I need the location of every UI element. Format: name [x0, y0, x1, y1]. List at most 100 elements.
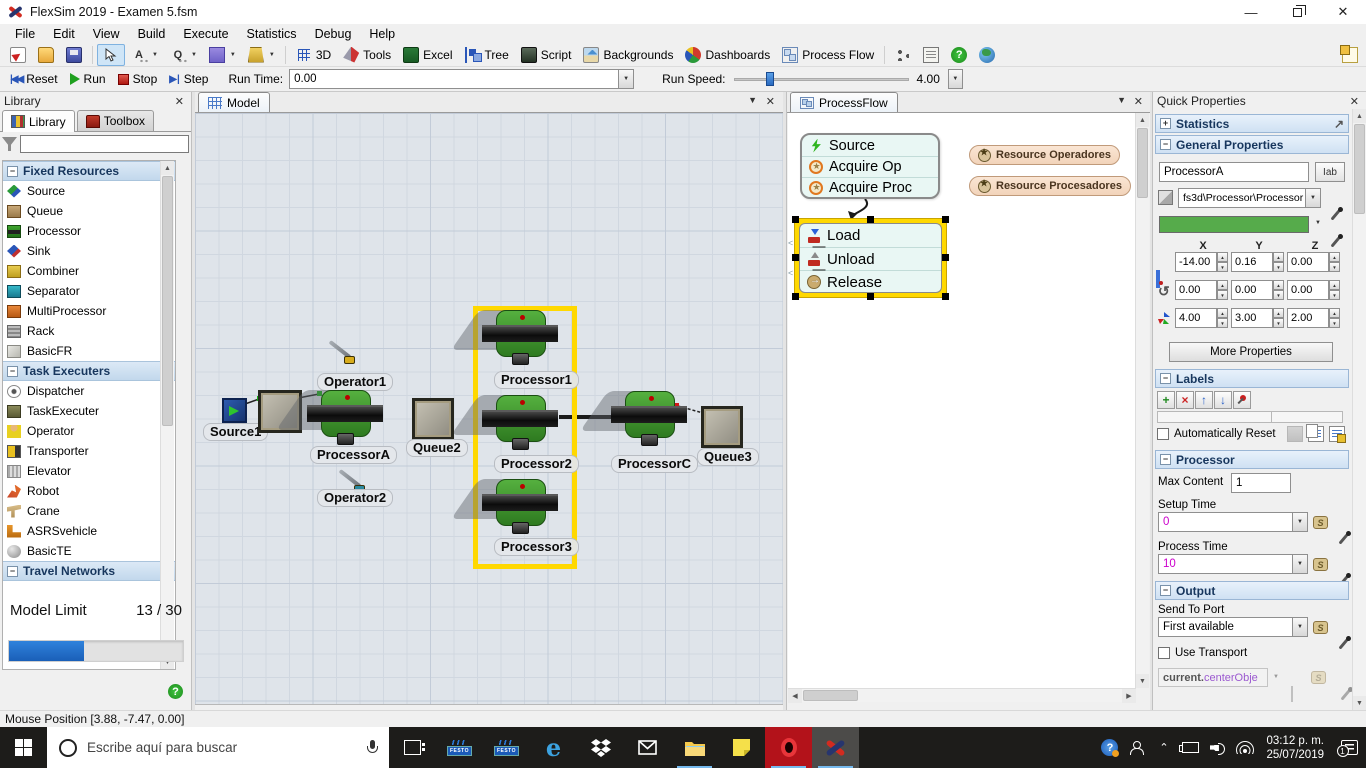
labels-header[interactable]: − Labels: [1155, 369, 1349, 388]
library-item[interactable]: MultiProcessor: [3, 301, 175, 321]
library-item[interactable]: Dispatcher: [3, 381, 175, 401]
resize-handle[interactable]: [867, 293, 874, 300]
activity-row[interactable]: Source: [802, 135, 938, 156]
activity-row[interactable]: Release: [800, 270, 941, 293]
library-item[interactable]: Processor: [3, 221, 175, 241]
processor3-object[interactable]: [481, 479, 559, 535]
resize-handle[interactable]: [942, 293, 949, 300]
festo-app-button[interactable]: FESTO: [436, 727, 483, 768]
run-speed-slider[interactable]: [734, 72, 909, 86]
section-fixed-resources[interactable]: − Fixed Resources: [3, 161, 175, 181]
save-button[interactable]: [60, 44, 88, 66]
hidden-icons-button[interactable]: ⌃: [1150, 727, 1177, 768]
help-tray-button[interactable]: ?: [1096, 727, 1123, 768]
collapse-icon[interactable]: −: [1160, 585, 1171, 596]
task-view-button[interactable]: [389, 727, 436, 768]
opera-button[interactable]: [765, 727, 812, 768]
menu-item[interactable]: Execute: [174, 24, 237, 43]
resize-handle[interactable]: [792, 254, 799, 261]
quick-properties-close-icon[interactable]: ✕: [1347, 95, 1362, 108]
scroll-right-icon[interactable]: ▶: [1122, 689, 1136, 703]
activity-block-selected[interactable]: Load Unload Release: [794, 218, 947, 298]
restore-button[interactable]: [1274, 0, 1320, 24]
scroll-up-icon[interactable]: ▲: [161, 161, 174, 175]
position-field[interactable]: 0.00: [1287, 252, 1329, 272]
menu-item[interactable]: View: [84, 24, 129, 43]
library-help-icon[interactable]: ?: [168, 684, 183, 699]
library-item[interactable]: BasicFR: [3, 341, 175, 361]
resize-handle[interactable]: [867, 216, 874, 223]
connect-q-tool-button[interactable]: Q▼: [164, 44, 203, 66]
library-item[interactable]: ASRSvehicle: [3, 521, 175, 541]
spinner[interactable]: ▲▼: [1273, 252, 1284, 272]
use-transport-checkbox[interactable]: [1158, 647, 1170, 659]
expand-icon[interactable]: +: [1160, 118, 1171, 129]
mail-button[interactable]: [624, 727, 671, 768]
library-item[interactable]: BasicTE: [3, 541, 175, 561]
processflow-hscrollbar[interactable]: ◀ ▶: [788, 688, 1136, 702]
library-item[interactable]: Separator: [3, 281, 175, 301]
move-down-button[interactable]: ↓: [1214, 391, 1232, 409]
notepad-small-button[interactable]: [917, 44, 945, 66]
resize-handle[interactable]: [792, 216, 799, 223]
processor-header[interactable]: − Processor: [1155, 450, 1349, 469]
run-speed-dropdown[interactable]: ▼: [948, 69, 963, 89]
output-header[interactable]: − Output: [1155, 581, 1349, 600]
scroll-thumb[interactable]: [1137, 128, 1148, 198]
microphone-icon[interactable]: [367, 740, 377, 756]
festo-app-button[interactable]: FESTO: [483, 727, 530, 768]
dropdown-arrow-icon[interactable]: ▼: [152, 52, 158, 58]
spinner[interactable]: ▲▼: [1329, 252, 1340, 272]
run-button[interactable]: Run: [64, 68, 112, 90]
pin-label-button[interactable]: [1233, 391, 1251, 409]
menu-item[interactable]: Edit: [44, 24, 84, 43]
code-template-icon[interactable]: S: [1313, 621, 1328, 634]
queue3-object[interactable]: [701, 406, 743, 448]
rotation-field[interactable]: 0.00: [1287, 280, 1329, 300]
tab-close-icon[interactable]: ✕: [766, 95, 775, 108]
library-close-icon[interactable]: ✕: [172, 95, 187, 108]
size-field[interactable]: 4.00: [1175, 308, 1217, 328]
spinner[interactable]: ▲▼: [1329, 280, 1340, 300]
taskbar-search[interactable]: Escribe aquí para buscar: [47, 727, 389, 768]
spinner[interactable]: ▲▼: [1273, 280, 1284, 300]
library-item[interactable]: Queue: [3, 201, 175, 221]
taskbar-clock[interactable]: 03:12 p. m. 25/07/2019: [1258, 734, 1332, 762]
process-time-dropdown[interactable]: ▼: [1293, 554, 1308, 574]
max-content-field[interactable]: 1: [1231, 473, 1291, 493]
toolbar-button[interactable]: Tools: [337, 44, 397, 66]
highlight-tool-button[interactable]: ▼: [242, 44, 281, 66]
scroll-up-icon[interactable]: ▲: [1353, 109, 1366, 123]
menu-item[interactable]: Statistics: [238, 24, 306, 43]
library-item[interactable]: Sink: [3, 241, 175, 261]
library-item[interactable]: Transporter: [3, 441, 175, 461]
delete-label-button[interactable]: ×: [1176, 391, 1194, 409]
collapse-icon[interactable]: −: [7, 566, 18, 577]
volume-button[interactable]: [1204, 727, 1231, 768]
queue2-object[interactable]: [412, 398, 454, 440]
library-item[interactable]: Robot: [3, 481, 175, 501]
toolbar-button[interactable]: Backgrounds: [577, 44, 679, 66]
collapse-icon[interactable]: −: [1160, 373, 1171, 384]
processorc-object[interactable]: [610, 391, 688, 447]
new-model-button[interactable]: [4, 44, 32, 66]
activity-row[interactable]: Acquire Op: [802, 156, 938, 177]
auto-reset-checkbox[interactable]: [1157, 428, 1169, 440]
setup-time-field[interactable]: 0: [1158, 512, 1293, 532]
collapse-icon[interactable]: −: [1160, 454, 1171, 465]
library-tab[interactable]: Toolbox: [77, 110, 154, 131]
spinner[interactable]: ▲▼: [1217, 252, 1228, 272]
start-button[interactable]: [0, 727, 47, 768]
paste-labels-icon[interactable]: [1329, 426, 1345, 442]
web-button[interactable]: [973, 44, 1001, 66]
toolbar-button[interactable]: Process Flow: [776, 44, 880, 66]
open-button[interactable]: [32, 44, 60, 66]
network-button[interactable]: [1231, 727, 1258, 768]
toolbar-button[interactable]: Script: [515, 44, 578, 66]
activity-row[interactable]: Load: [800, 224, 941, 247]
activity-row[interactable]: Acquire Proc: [802, 177, 938, 198]
run-time-field[interactable]: 0.00: [289, 69, 619, 89]
send-to-port-dropdown[interactable]: ▼: [1293, 617, 1308, 637]
toolbar-button[interactable]: 3D: [290, 44, 337, 66]
flexsim-taskbar-button[interactable]: [812, 727, 859, 768]
